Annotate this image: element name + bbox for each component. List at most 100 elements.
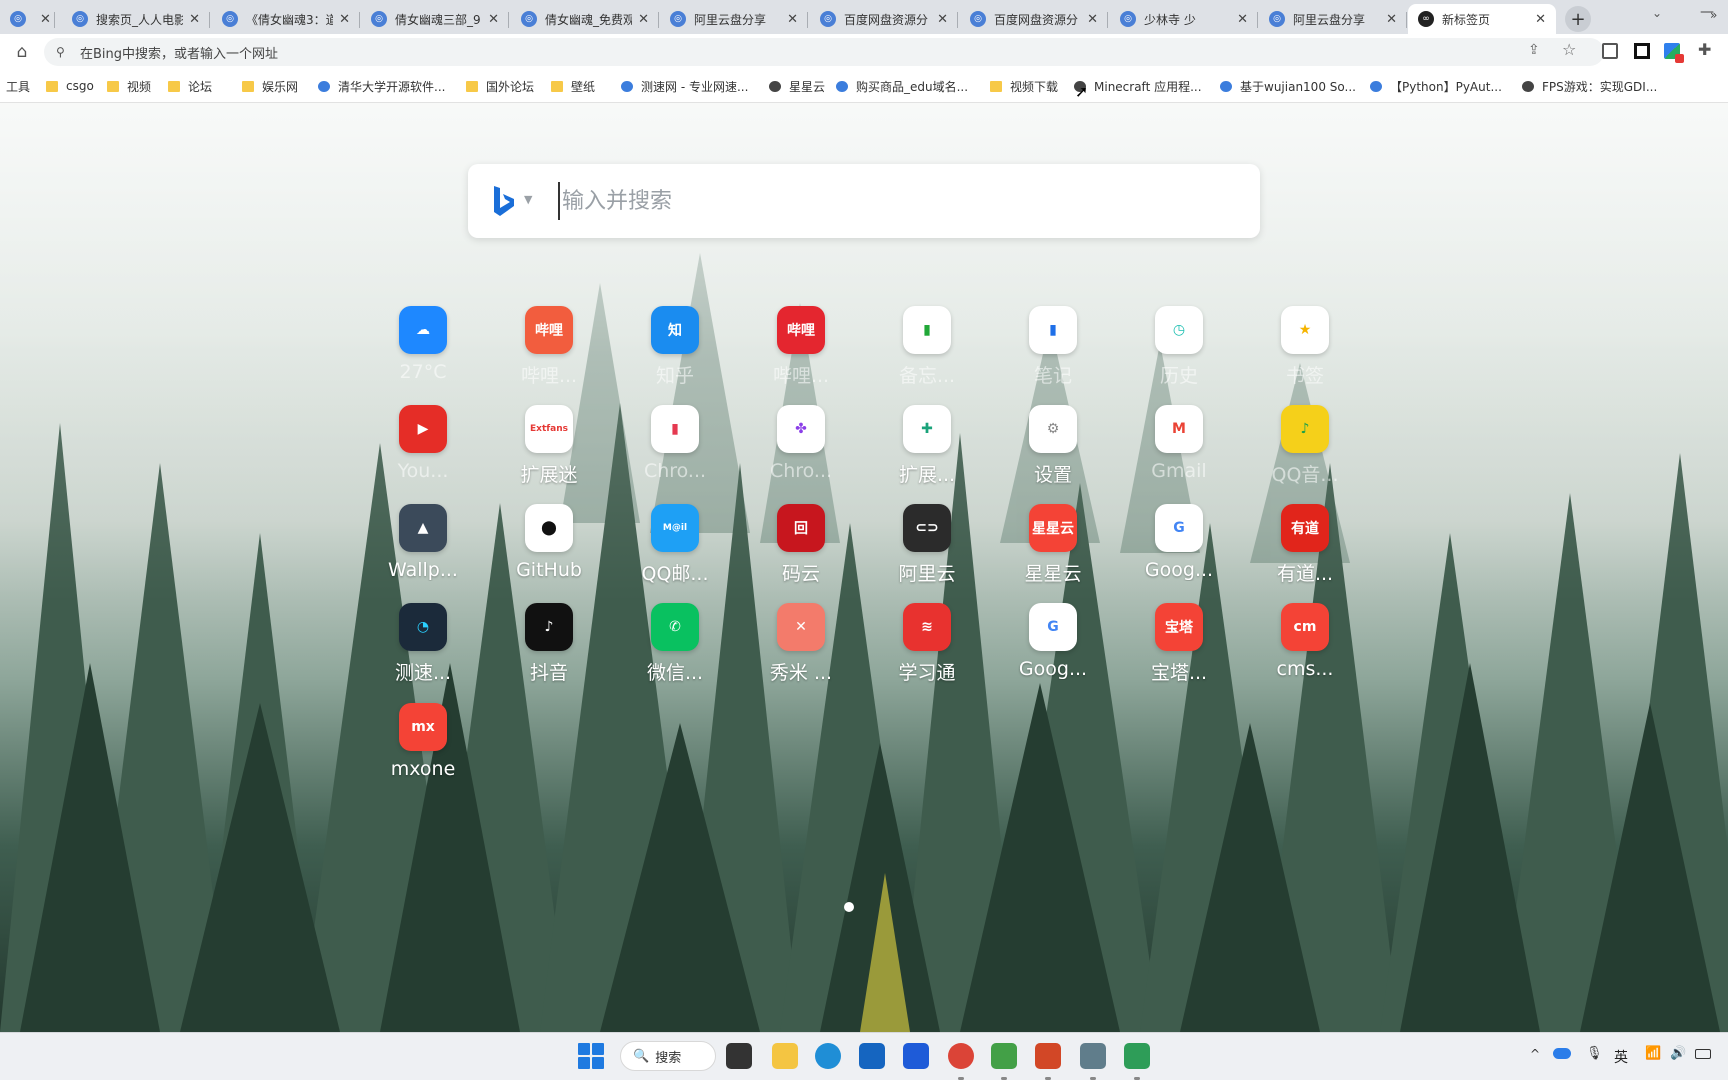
app-shortcut[interactable]: ⬤ GitHub [494,504,604,594]
app-shortcut[interactable]: ▮ Chro... [620,405,730,495]
microphone-icon[interactable]: 🎙 [1586,1046,1603,1061]
share-icon[interactable]: ⇪ [1528,42,1540,58]
bing-logo-icon[interactable] [492,184,516,218]
search-input[interactable] [558,182,1238,220]
app-shortcut[interactable]: ▮ 笔记 [998,306,1108,396]
extension-icon[interactable] [1664,43,1684,63]
close-icon[interactable]: ✕ [189,12,200,27]
page-indicator-dot[interactable] [844,902,854,912]
bookmark-item[interactable]: 论坛 [168,77,212,95]
close-icon[interactable]: ✕ [1386,12,1397,27]
bookmark-star-icon[interactable]: ☆ [1562,40,1576,59]
app-shortcut[interactable]: 哔哩 哔哩... [746,306,856,396]
app-shortcut[interactable]: ◷ 历史 [1124,306,1234,396]
app-shortcut[interactable]: ♪ 抖音 [494,603,604,693]
bookmark-item[interactable]: Minecraft 应用程... [1074,77,1202,95]
volume-icon[interactable]: 🔊 [1670,1046,1686,1061]
app-shortcut[interactable]: M@il QQ邮... [620,504,730,594]
app-shortcut[interactable]: G Goog... [1124,504,1234,594]
app-shortcut[interactable]: 知知乎 [620,306,730,396]
close-icon[interactable]: ✕ [40,12,51,27]
bookmark-item[interactable]: 娱乐网 [242,77,298,95]
app-shortcut[interactable]: Extfans 扩展迷 [494,405,604,495]
new-tab-button[interactable]: + [1565,6,1591,32]
app-shortcut[interactable]: 有道 有道... [1250,504,1360,594]
app-shortcut[interactable]: M Gmail [1124,405,1234,495]
app-shortcut[interactable]: ▲ Wallp... [368,504,478,594]
browser-tab[interactable]: ◎风百图✕ [0,4,55,34]
store-icon[interactable] [859,1043,885,1069]
bookmark-item[interactable]: 星星云 [769,77,825,95]
close-icon[interactable]: ✕ [1237,12,1248,27]
app-shortcut[interactable]: ★ 书签 [1250,306,1360,396]
app-shortcut[interactable]: ✆ 微信... [620,603,730,693]
engine-dropdown-icon[interactable]: ▼ [524,193,532,206]
bookmark-item[interactable]: 【Python】PyAut... [1370,77,1502,95]
powerpoint-icon[interactable] [1035,1043,1061,1069]
onedrive-icon[interactable] [1553,1048,1571,1059]
bookmark-item[interactable]: 测速网 - 专业网速... [621,77,748,95]
close-icon[interactable]: ✕ [339,12,350,27]
browser-tab[interactable]: ◎ 倩女幽魂_免费观 ✕ [511,4,659,34]
blue-app-icon[interactable] [903,1043,929,1069]
browser-tab[interactable]: ◎ 倩女幽魂三部_9 ✕ [361,4,509,34]
bookmark-item[interactable]: csgo [46,77,94,95]
bookmark-item[interactable]: 工具 [6,77,30,95]
bookmark-item[interactable]: 基于wujian100 So... [1220,77,1356,95]
app-shortcut[interactable]: 宝塔 宝塔... [1124,603,1234,693]
wifi-icon[interactable]: 📶 [1645,1046,1661,1061]
bookmarks-more-icon[interactable]: » [1710,8,1717,22]
app-shortcut[interactable]: ≋ 学习通 [872,603,982,693]
task-view-icon[interactable] [726,1043,752,1069]
tab-search-icon[interactable]: ⌄ [1652,6,1662,20]
tool-app-icon[interactable] [1080,1043,1106,1069]
input-method-icon[interactable]: 英 [1614,1047,1628,1067]
wechat-app-icon[interactable] [1124,1043,1150,1069]
browser-tab[interactable]: ◎ 《倩女幽魂3：道 ✕ [212,4,360,34]
app-shortcut[interactable]: cm cms... [1250,603,1360,693]
browser-tab[interactable]: ◎ 阿里云盘分享 ✕ [1259,4,1407,34]
browser-tab[interactable]: ◎ 阿里云盘分享 ✕ [660,4,808,34]
app-shortcut[interactable]: ▶ You... [368,405,478,495]
close-icon[interactable]: ✕ [787,12,798,27]
app-shortcut[interactable]: ✕ 秀米 ... [746,603,856,693]
browser-tab[interactable]: ∞ 新标签页 ✕ [1408,4,1556,34]
bookmark-item[interactable]: 视频下载 [990,77,1058,95]
close-icon[interactable]: ✕ [1087,12,1098,27]
app-shortcut[interactable]: ⊂⊃ 阿里云 [872,504,982,594]
battery-icon[interactable] [1695,1049,1711,1059]
app-shortcut[interactable]: ♪ QQ音... [1250,405,1360,495]
tray-overflow-icon[interactable]: ^ [1530,1047,1540,1061]
address-bar[interactable]: ⚲ 在Bing中搜索，或者输入一个网址 [44,38,1604,66]
app-shortcut[interactable]: 星星云 星星云 [998,504,1108,594]
app-shortcut[interactable]: 回码云 [746,504,856,594]
app-shortcut[interactable]: mx mxone [368,703,478,793]
taskbar-search-button[interactable]: 🔍 搜索 [620,1041,716,1071]
bookmark-item[interactable]: 壁纸 [551,77,595,95]
browser-tab[interactable]: ◎ 百度网盘资源分 ✕ [960,4,1108,34]
app-shortcut[interactable]: ☁ 27°C [368,306,478,396]
browser-tab[interactable]: ◎ 少林寺 少 ✕ [1110,4,1258,34]
close-icon[interactable]: ✕ [937,12,948,27]
browser-tab[interactable]: ◎ 百度网盘资源分 ✕ [810,4,958,34]
edge-icon[interactable] [815,1043,841,1069]
app-shortcut[interactable]: ✤ Chro... [746,405,856,495]
app-shortcut[interactable]: 哔哩 哔哩... [494,306,604,396]
reading-list-icon[interactable] [1602,43,1618,59]
chrome-icon[interactable] [948,1043,974,1069]
bookmark-item[interactable]: 清华大学开源软件... [318,77,445,95]
close-icon[interactable]: ✕ [638,12,649,27]
home-icon[interactable]: ⌂ [10,40,34,64]
bookmark-item[interactable]: 购买商品_edu域名... [836,77,968,95]
side-panel-icon[interactable] [1634,43,1650,59]
app-shortcut[interactable]: ⚙ 设置 [998,405,1108,495]
extensions-puzzle-icon[interactable]: ✚ [1698,40,1711,59]
app-shortcut[interactable]: ✚ 扩展... [872,405,982,495]
start-icon[interactable] [578,1043,604,1069]
app-shortcut[interactable]: ◔ 测速... [368,603,478,693]
close-icon[interactable]: ✕ [488,12,499,27]
file-explorer-icon[interactable] [772,1043,798,1069]
app-shortcut[interactable]: G Goog... [998,603,1108,693]
close-icon[interactable]: ✕ [1535,12,1546,27]
bookmark-item[interactable]: 国外论坛 [466,77,534,95]
